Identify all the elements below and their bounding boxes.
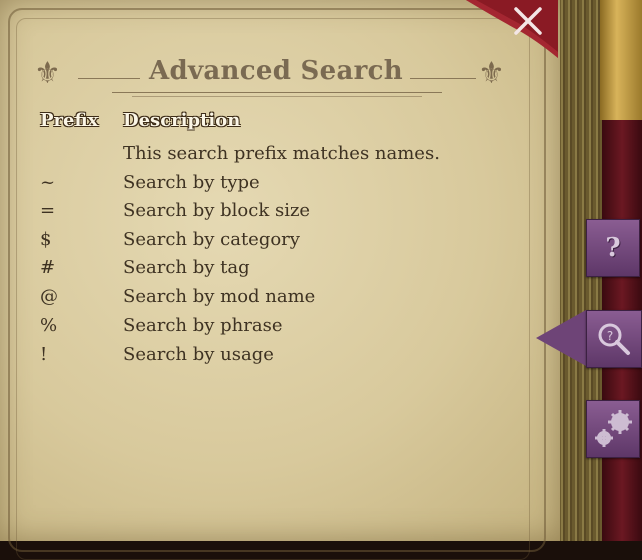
row-description: Search by phrase [123,315,283,336]
page-title: Advanced Search [149,56,403,86]
row-prefix: # [40,257,56,278]
row-description: Search by category [123,229,300,250]
table-row: = Search by block size [0,200,552,228]
table-row: This search prefix matches names. [0,143,552,171]
row-prefix: ! [40,344,48,365]
column-header-prefix: Prefix [40,110,99,131]
column-header-description: Description [123,110,241,131]
row-prefix: $ [40,229,52,250]
row-description: Search by block size [123,200,311,221]
search-tab[interactable]: ? [586,310,642,368]
row-prefix: = [40,200,56,221]
gears-icon [587,401,639,457]
parchment-page: ⚜ Advanced Search ⚜ Prefix Description T… [0,0,560,560]
fleur-de-lis-icon: ⚜ [478,56,505,91]
row-description: Search by mod name [123,286,316,307]
row-description: Search by tag [123,257,250,278]
table-row: ~ Search by type [0,172,552,200]
row-prefix: ~ [40,172,56,193]
row-prefix: @ [40,286,58,307]
table-row: # Search by tag [0,257,552,285]
settings-tab[interactable] [586,400,640,458]
row-description: This search prefix matches names. [123,143,440,164]
title-underline [112,92,442,93]
title-rule-right [410,78,476,79]
svg-text:?: ? [607,329,613,343]
row-description: Search by usage [123,344,274,365]
table-row: ! Search by usage [0,344,552,372]
row-description: Search by type [123,172,260,193]
help-tab[interactable]: ? [586,219,640,277]
magnifier-icon: ? [587,311,641,367]
gold-cover-corner [600,0,642,120]
table-row: % Search by phrase [0,315,552,343]
close-button[interactable] [466,0,558,58]
table-row: @ Search by mod name [0,286,552,314]
search-tab-pointer [536,310,586,366]
title-underline-secondary [132,96,422,97]
question-mark-icon: ? [605,233,621,263]
row-prefix: % [40,315,58,336]
table-row: $ Search by category [0,229,552,257]
